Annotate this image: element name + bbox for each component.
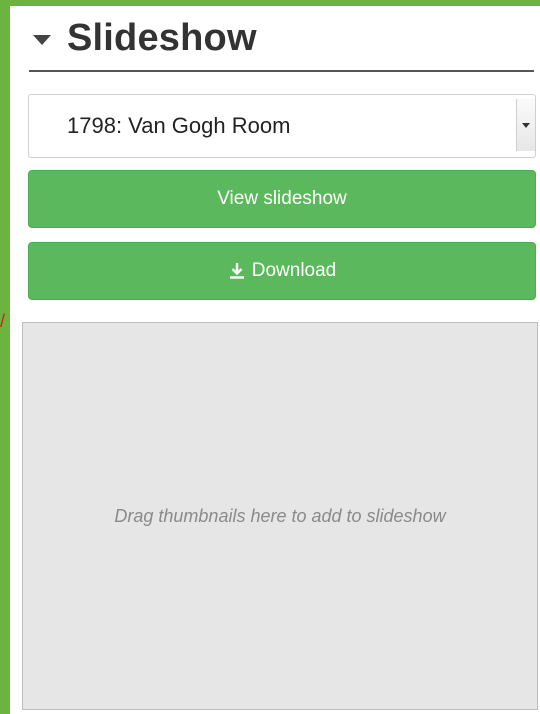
select-arrow-button[interactable] [516,99,535,151]
select-value: 1798: Van Gogh Room [67,113,291,138]
slideshow-dropzone[interactable]: Drag thumbnails here to add to slideshow [22,322,538,710]
view-slideshow-label: View slideshow [217,188,347,209]
left-frame [0,0,10,714]
dropzone-hint: Drag thumbnails here to add to slideshow [114,506,446,526]
download-label: Download [251,260,337,281]
slideshow-panel: Slideshow 1798: Van Gogh Room View slide… [10,6,540,714]
chevron-down-icon [522,122,530,128]
download-button[interactable]: Download [28,242,536,300]
slideshow-select[interactable]: 1798: Van Gogh Room [28,94,536,158]
panel-header[interactable]: Slideshow [29,6,534,72]
panel-title: Slideshow [67,16,257,59]
download-icon [228,262,246,280]
view-slideshow-button[interactable]: View slideshow [28,170,536,228]
caret-down-icon[interactable] [33,35,51,45]
red-marker: / [0,312,5,330]
